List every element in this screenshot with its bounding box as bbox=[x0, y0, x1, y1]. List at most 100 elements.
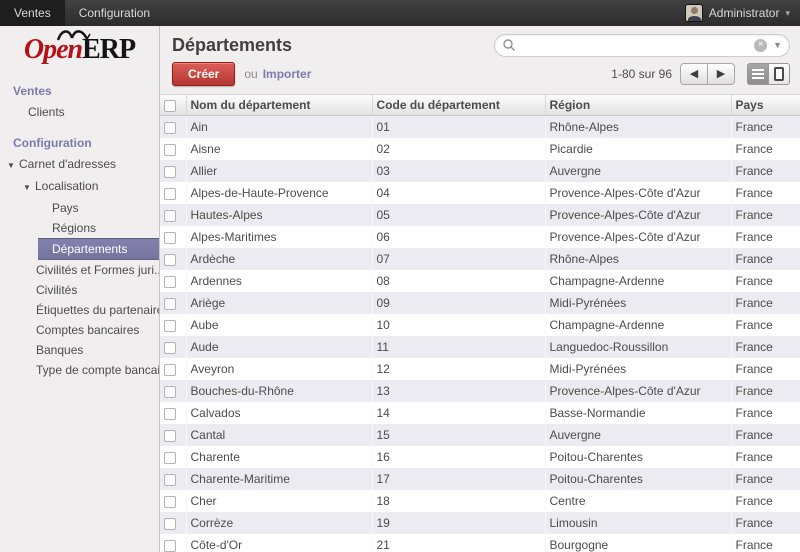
sidebar-item-localisation[interactable]: ▼Localisation bbox=[0, 176, 159, 198]
user-menu[interactable]: Administrator ▾ bbox=[675, 0, 800, 26]
row-checkbox[interactable] bbox=[164, 540, 176, 552]
table-row[interactable]: Ardennes08Champagne-ArdenneFrance bbox=[160, 270, 800, 292]
sidebar-item-label: Régions bbox=[52, 221, 96, 235]
main-layout: OpenERP VentesClientsConfiguration▼Carne… bbox=[0, 26, 800, 552]
row-checkbox[interactable] bbox=[164, 452, 176, 464]
caret-icon[interactable]: ▼ bbox=[7, 160, 19, 172]
row-checkbox[interactable] bbox=[164, 320, 176, 332]
table-row[interactable]: Charente-Maritime17Poitou-CharentesFranc… bbox=[160, 468, 800, 490]
country-cell: France bbox=[731, 160, 800, 182]
country-cell: France bbox=[731, 292, 800, 314]
pager-prev-button[interactable]: ◀ bbox=[680, 63, 708, 85]
table-row[interactable]: Aude11Languedoc-RoussillonFrance bbox=[160, 336, 800, 358]
topbar-menu-ventes[interactable]: Ventes bbox=[0, 0, 65, 26]
row-checkbox[interactable] bbox=[164, 166, 176, 178]
table-row[interactable]: Allier03AuvergneFrance bbox=[160, 160, 800, 182]
row-checkbox[interactable] bbox=[164, 188, 176, 200]
table-row[interactable]: Ain01Rhône-AlpesFrance bbox=[160, 116, 800, 139]
column-header-country[interactable]: Pays bbox=[731, 95, 800, 116]
row-checkbox[interactable] bbox=[164, 518, 176, 530]
search-input[interactable] bbox=[516, 38, 754, 52]
table-row[interactable]: Bouches-du-Rhône13Provence-Alpes-Côte d'… bbox=[160, 380, 800, 402]
import-link[interactable]: Importer bbox=[263, 67, 312, 81]
logo-bird-icon bbox=[56, 30, 92, 41]
sidebar-item-civilit-s-et-formes-juri[interactable]: Civilités et Formes juri... bbox=[0, 260, 159, 280]
row-checkbox[interactable] bbox=[164, 474, 176, 486]
list-view-button[interactable] bbox=[747, 63, 769, 85]
table-row[interactable]: Ariège09Midi-PyrénéesFrance bbox=[160, 292, 800, 314]
row-checkbox[interactable] bbox=[164, 276, 176, 288]
row-checkbox[interactable] bbox=[164, 254, 176, 266]
create-button[interactable]: Créer bbox=[172, 62, 235, 86]
country-cell: France bbox=[731, 226, 800, 248]
sidebar-section-header: Configuration bbox=[0, 132, 159, 154]
code-cell: 07 bbox=[372, 248, 545, 270]
sidebar-item-carnet-d-adresses[interactable]: ▼Carnet d'adresses bbox=[0, 154, 159, 176]
sidebar-item-civilit-s[interactable]: Civilités bbox=[0, 280, 159, 300]
sidebar-item-comptes-bancaires[interactable]: Comptes bancaires bbox=[0, 320, 159, 340]
table-row[interactable]: Charente16Poitou-CharentesFrance bbox=[160, 446, 800, 468]
table-row[interactable]: Cantal15AuvergneFrance bbox=[160, 424, 800, 446]
table-row[interactable]: Calvados14Basse-NormandieFrance bbox=[160, 402, 800, 424]
row-checkbox[interactable] bbox=[164, 144, 176, 156]
region-cell: Poitou-Charentes bbox=[545, 446, 731, 468]
row-checkbox[interactable] bbox=[164, 496, 176, 508]
table-row[interactable]: Aisne02PicardieFrance bbox=[160, 138, 800, 160]
caret-icon[interactable]: ▼ bbox=[23, 182, 35, 194]
sidebar-section: Configuration▼Carnet d'adresses▼Localisa… bbox=[0, 132, 159, 380]
checkbox-cell bbox=[160, 380, 186, 402]
country-cell: France bbox=[731, 336, 800, 358]
checkbox-cell bbox=[160, 490, 186, 512]
pager-buttons: ◀ ▶ bbox=[680, 63, 735, 85]
row-checkbox[interactable] bbox=[164, 122, 176, 134]
table-row[interactable]: Cher18CentreFrance bbox=[160, 490, 800, 512]
select-all-header bbox=[160, 95, 186, 116]
table-row[interactable]: Hautes-Alpes05Provence-Alpes-Côte d'Azur… bbox=[160, 204, 800, 226]
row-checkbox[interactable] bbox=[164, 408, 176, 420]
sidebar-item-type-de-compte-bancaire[interactable]: Type de compte bancaire bbox=[0, 360, 159, 380]
column-header-code[interactable]: Code du département bbox=[372, 95, 545, 116]
country-cell: France bbox=[731, 512, 800, 534]
pager-range: 1-80 sur 96 bbox=[611, 67, 672, 81]
row-checkbox[interactable] bbox=[164, 232, 176, 244]
table-row[interactable]: Ardèche07Rhône-AlpesFrance bbox=[160, 248, 800, 270]
column-header-region[interactable]: Région bbox=[545, 95, 731, 116]
table-row[interactable]: Aveyron12Midi-PyrénéesFrance bbox=[160, 358, 800, 380]
column-header-name[interactable]: Nom du département bbox=[186, 95, 372, 116]
form-view-button[interactable] bbox=[768, 63, 790, 85]
country-cell: France bbox=[731, 468, 800, 490]
sidebar-item-r-gions[interactable]: Régions bbox=[0, 218, 159, 238]
checkbox-cell bbox=[160, 182, 186, 204]
table-row[interactable]: Alpes-de-Haute-Provence04Provence-Alpes-… bbox=[160, 182, 800, 204]
table-row[interactable]: Côte-d'Or21BourgogneFrance bbox=[160, 534, 800, 552]
region-cell: Provence-Alpes-Côte d'Azur bbox=[545, 182, 731, 204]
sidebar-item-d-partements[interactable]: Départements bbox=[38, 238, 159, 260]
sidebar-item-pays[interactable]: Pays bbox=[0, 198, 159, 218]
pager-next-button[interactable]: ▶ bbox=[707, 63, 735, 85]
table-row[interactable]: Corrèze19LimousinFrance bbox=[160, 512, 800, 534]
row-checkbox[interactable] bbox=[164, 210, 176, 222]
search-dropdown-icon[interactable]: ▼ bbox=[773, 40, 782, 50]
region-cell: Champagne-Ardenne bbox=[545, 314, 731, 336]
name-cell: Aveyron bbox=[186, 358, 372, 380]
action-row: Créer ou Importer 1-80 sur 96 ◀ ▶ bbox=[160, 60, 800, 94]
name-cell: Bouches-du-Rhône bbox=[186, 380, 372, 402]
page-title: Départements bbox=[172, 35, 292, 56]
row-checkbox[interactable] bbox=[164, 430, 176, 442]
row-checkbox[interactable] bbox=[164, 364, 176, 376]
topbar-menu-configuration[interactable]: Configuration bbox=[65, 0, 164, 26]
select-all-checkbox[interactable] bbox=[164, 100, 176, 112]
table-row[interactable]: Alpes-Maritimes06Provence-Alpes-Côte d'A… bbox=[160, 226, 800, 248]
country-cell: France bbox=[731, 424, 800, 446]
row-checkbox[interactable] bbox=[164, 386, 176, 398]
row-checkbox[interactable] bbox=[164, 342, 176, 354]
clear-search-icon[interactable]: × bbox=[754, 39, 767, 52]
form-icon bbox=[774, 67, 784, 81]
search-box[interactable]: × ▼ bbox=[494, 34, 790, 57]
sidebar-item-tiquettes-du-partenaire[interactable]: Étiquettes du partenaire bbox=[0, 300, 159, 320]
row-checkbox[interactable] bbox=[164, 298, 176, 310]
table-row[interactable]: Aube10Champagne-ArdenneFrance bbox=[160, 314, 800, 336]
sidebar-item-banques[interactable]: Banques bbox=[0, 340, 159, 360]
code-cell: 01 bbox=[372, 116, 545, 139]
sidebar-item-clients[interactable]: Clients bbox=[0, 102, 159, 122]
